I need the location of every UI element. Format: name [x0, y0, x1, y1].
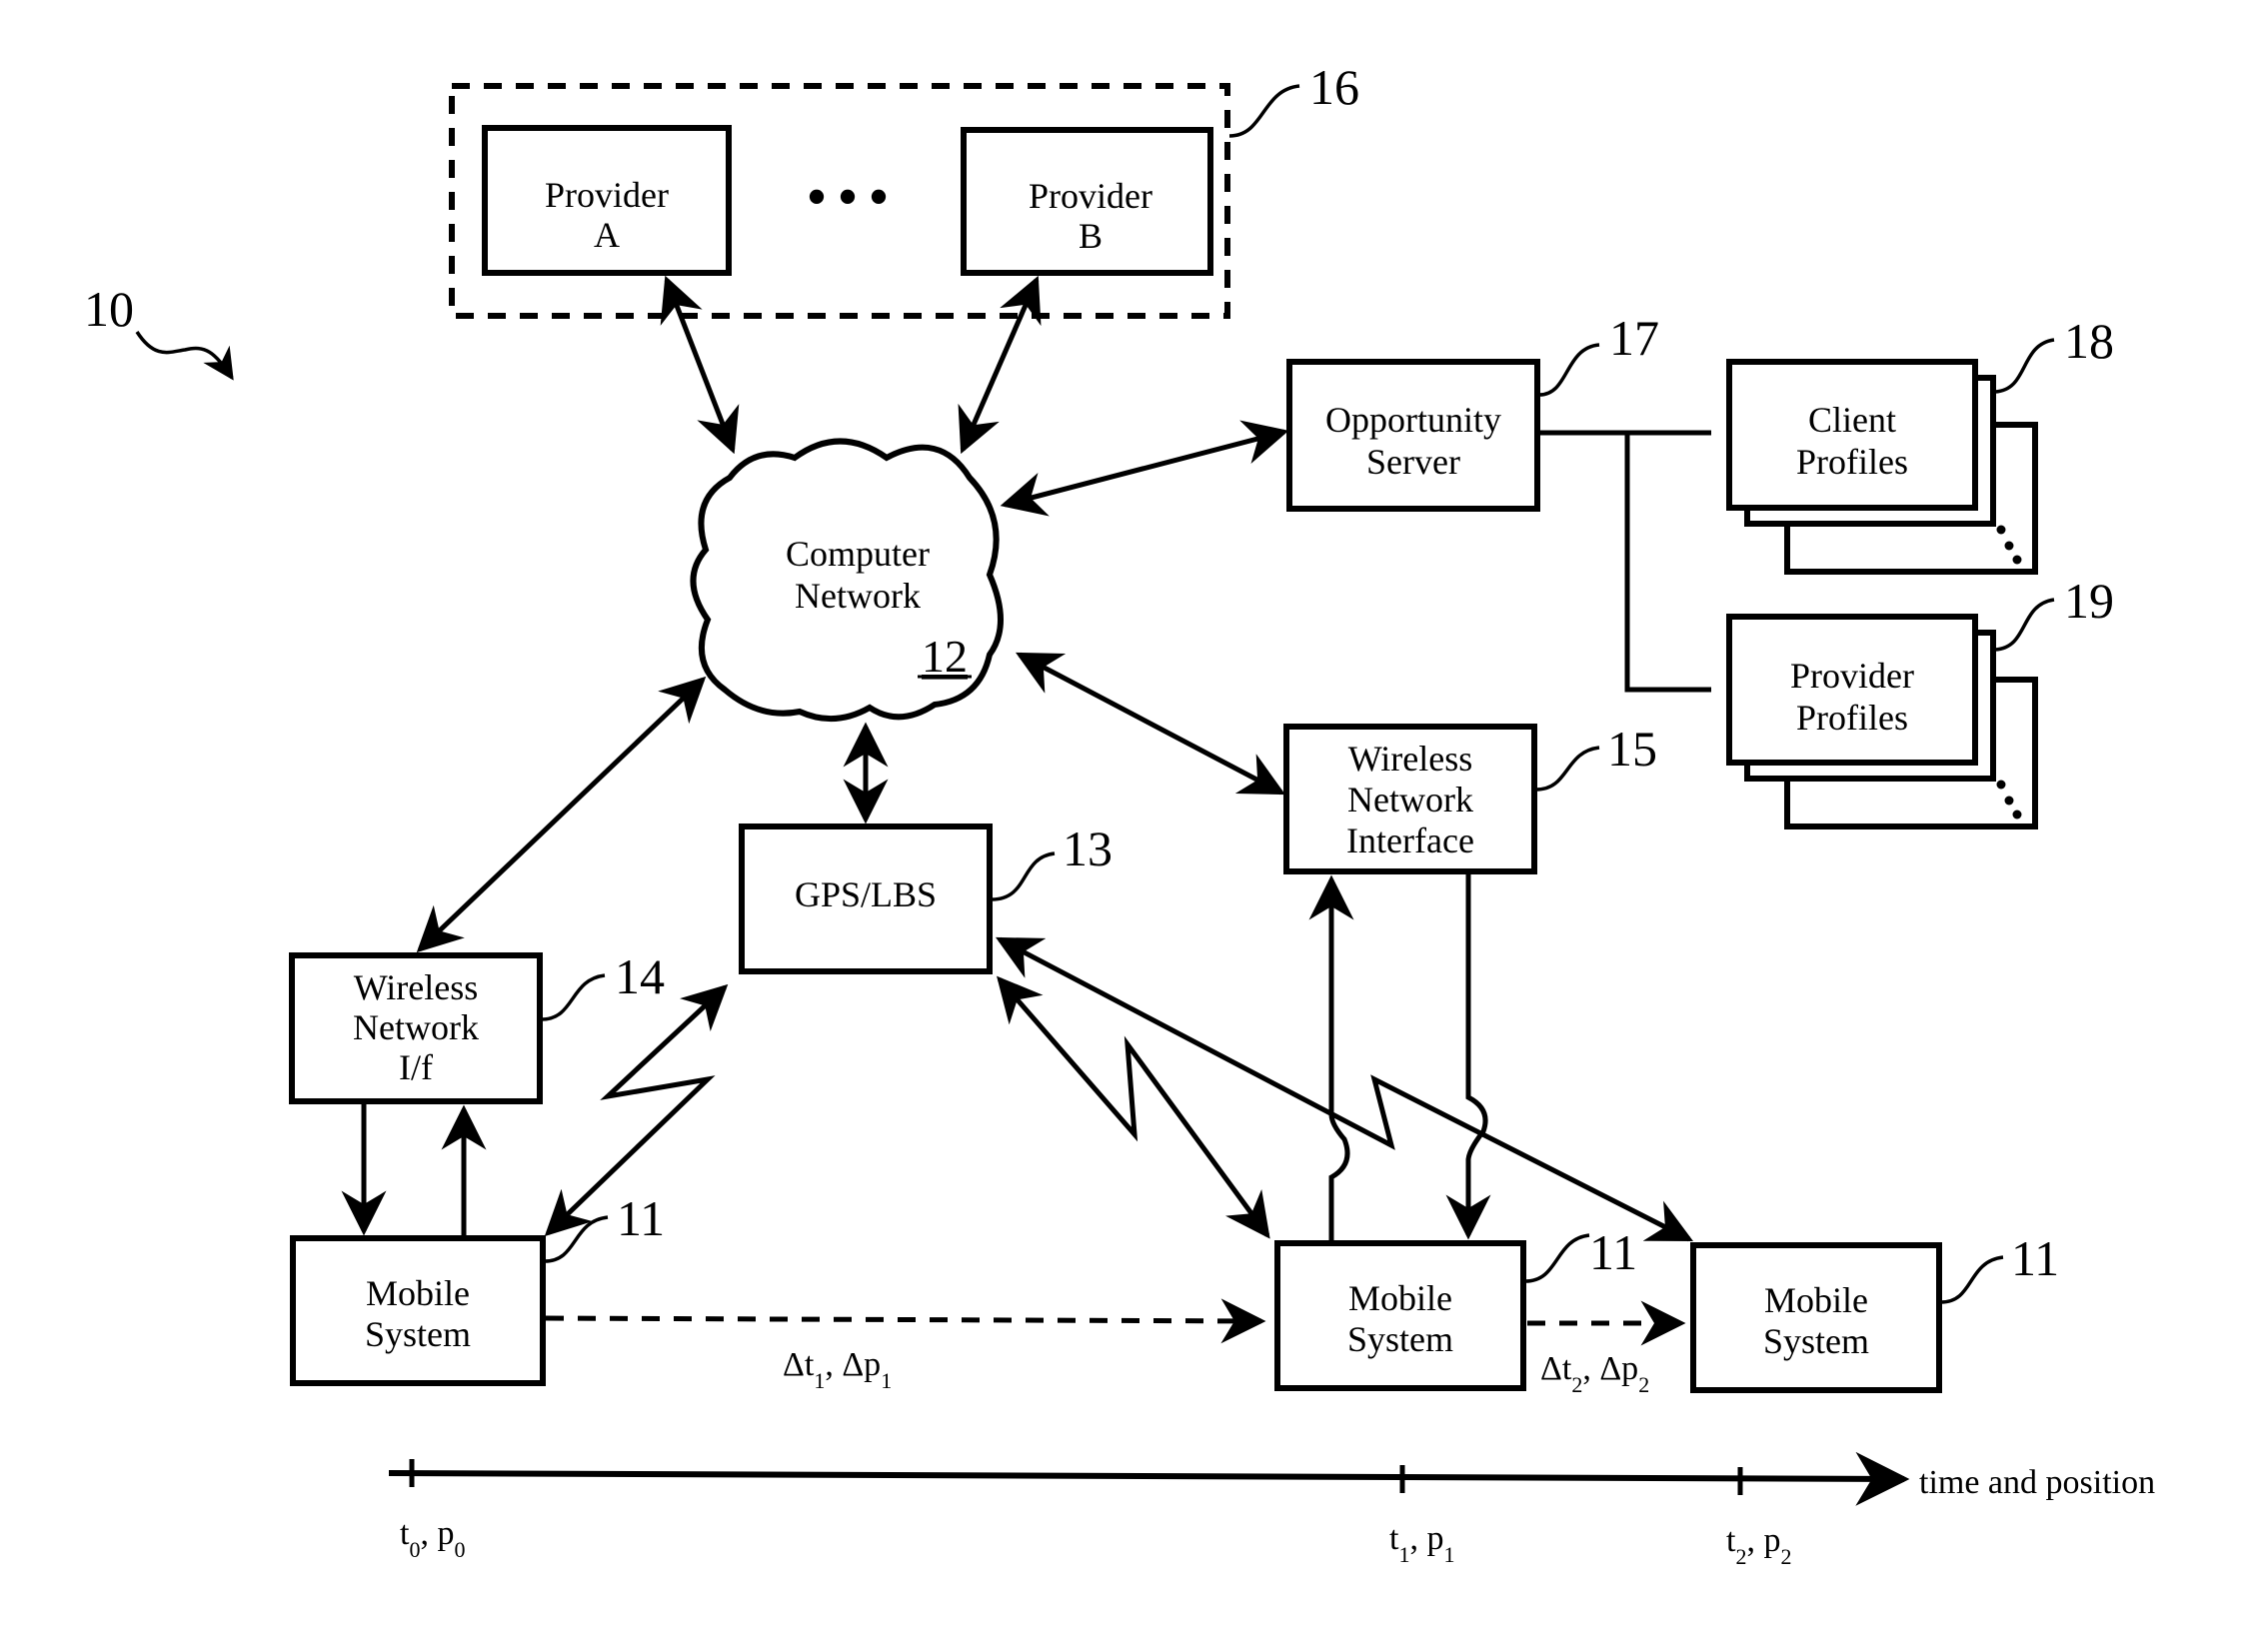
link-network-wireless-interface	[1016, 652, 1285, 796]
mobile-system-1-label-1: Mobile	[366, 1273, 470, 1313]
computer-network-reference: 12	[922, 631, 968, 682]
provider-a-label-2: A	[594, 215, 620, 255]
client-profiles-more-dot	[2004, 541, 2014, 551]
figure-reference-arrow	[135, 331, 234, 381]
mobile-system-1-reference: 11	[617, 1190, 665, 1246]
opportunity-server-leader	[1538, 343, 1600, 397]
provider-profiles-leader	[1994, 598, 2055, 652]
timeline-axis	[388, 1451, 1910, 1506]
mobile-system-3-leader	[1940, 1255, 2004, 1304]
opportunity-server-reference: 17	[1609, 310, 1659, 366]
link-network-wireless-if	[416, 676, 707, 953]
wireless-interface-label-1: Wireless	[1348, 739, 1473, 779]
wireless-network-interface-box[interactable]: Wireless Network Interface	[1283, 724, 1537, 874]
client-profiles-more-dot	[2012, 555, 2022, 565]
provider-profiles-stack[interactable]: Provider Profiles	[1726, 614, 2038, 829]
provider-b-label-1: Provider	[1029, 176, 1152, 216]
mobile-system-2-reference: 11	[1589, 1224, 1637, 1280]
computer-network-cloud[interactable]: Computer Network 12	[690, 438, 1004, 723]
providers-group-reference: 16	[1309, 59, 1359, 115]
opportunity-server-label-1: Opportunity	[1325, 400, 1501, 440]
wireless-if-reference: 14	[615, 948, 665, 1004]
client-profiles-leader	[1994, 338, 2055, 394]
transition-2-label: Δt2, Δp2	[1540, 1350, 1649, 1397]
system-diagram: 10 16 Provider A ••• Provider B Computer…	[84, 59, 2155, 1569]
wireless-interface-label-2: Network	[1347, 780, 1473, 820]
client-profiles-label-2: Profiles	[1796, 442, 1908, 482]
link-opportunity-server-profiles	[1537, 430, 1711, 693]
wireless-interface-leader	[1535, 746, 1600, 792]
timeline-tick-2-label: t2, p2	[1726, 1522, 1791, 1569]
mobile-system-1-box[interactable]: Mobile System	[290, 1235, 546, 1386]
provider-b-box[interactable]: Provider B	[961, 127, 1213, 276]
wireless-if-label-1: Wireless	[354, 967, 479, 1007]
providers-group-leader	[1228, 84, 1300, 138]
computer-network-label-2: Network	[795, 576, 921, 616]
opportunity-server-label-2: Server	[1366, 442, 1460, 482]
mobile-system-2-leader	[1524, 1233, 1590, 1283]
client-profiles-more-dot	[1996, 525, 2006, 535]
wireless-interface-label-3: Interface	[1346, 821, 1474, 860]
computer-network-label-1: Computer	[786, 534, 930, 574]
wireless-interface-reference: 15	[1607, 721, 1657, 777]
mobile-system-3-box[interactable]: Mobile System	[1690, 1242, 1942, 1393]
provider-b-label-2: B	[1079, 216, 1103, 256]
timeline-tick-0-label: t0, p0	[400, 1515, 465, 1562]
mobile-system-2-label-1: Mobile	[1348, 1278, 1452, 1318]
provider-profiles-more-dot	[2012, 810, 2022, 820]
provider-profiles-more-dot	[1996, 780, 2006, 790]
mobile-system-3-label-1: Mobile	[1764, 1280, 1868, 1320]
client-profiles-label-1: Client	[1808, 400, 1896, 440]
timeline-axis-label: time and position	[1919, 1464, 2155, 1501]
provider-profiles-label-2: Profiles	[1796, 698, 1908, 738]
figure-reference: 10	[84, 281, 134, 337]
wireless-if-leader	[541, 973, 606, 1021]
gps-lbs-leader	[991, 851, 1056, 901]
gps-lbs-box[interactable]: GPS/LBS	[739, 823, 993, 974]
gps-lbs-reference: 13	[1063, 821, 1113, 876]
client-profiles-reference: 18	[2064, 313, 2114, 369]
wireless-if-label-3: I/f	[399, 1047, 433, 1087]
gps-lbs-label: GPS/LBS	[795, 874, 937, 914]
link-provider-b-network	[958, 275, 1042, 455]
mobile-system-3-reference: 11	[2011, 1230, 2059, 1286]
opportunity-server-box[interactable]: Opportunity Server	[1286, 359, 1540, 512]
mobile-system-2-box[interactable]: Mobile System	[1274, 1240, 1526, 1391]
providers-ellipsis: •••	[806, 164, 899, 230]
client-profiles-stack[interactable]: Client Profiles	[1726, 359, 2038, 575]
link-wireless-interface-to-mobile-2	[1445, 873, 1491, 1240]
provider-a-box[interactable]: Provider A	[482, 125, 732, 276]
mobile-system-2-label-2: System	[1347, 1319, 1453, 1359]
transition-1-label: Δt1, Δp1	[783, 1346, 892, 1393]
provider-a-label-1: Provider	[545, 175, 669, 215]
provider-profiles-more-dot	[2004, 796, 2014, 806]
provider-profiles-label-1: Provider	[1790, 656, 1914, 696]
wireless-link-gps-mobile-3	[996, 936, 1694, 1242]
timeline-tick-1-label: t1, p1	[1389, 1520, 1454, 1567]
link-mobile-2-to-wireless-interface	[1308, 874, 1354, 1243]
wireless-link-gps-mobile-2	[997, 975, 1270, 1239]
wireless-network-if-box[interactable]: Wireless Network I/f	[289, 952, 543, 1104]
wireless-if-label-2: Network	[353, 1007, 479, 1047]
movement-arrow-1	[545, 1298, 1266, 1344]
mobile-system-3-label-2: System	[1763, 1321, 1869, 1361]
link-network-opportunity-server	[1000, 420, 1289, 517]
mobile-system-1-label-2: System	[365, 1314, 471, 1354]
provider-profiles-reference: 19	[2064, 573, 2114, 629]
link-provider-a-network	[660, 275, 740, 455]
